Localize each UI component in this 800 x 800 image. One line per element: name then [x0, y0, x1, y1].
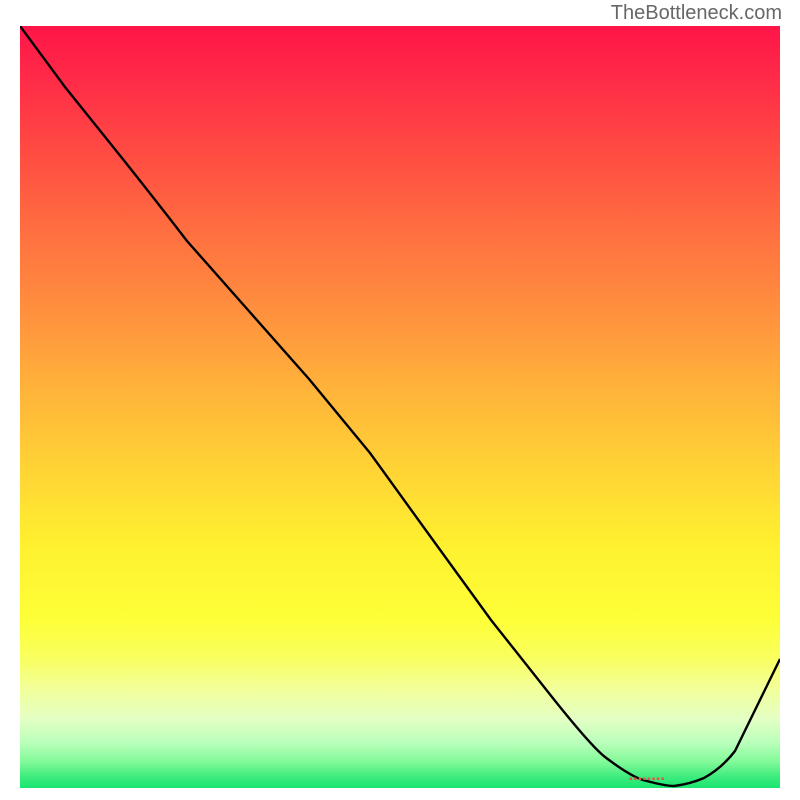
curve-path: [20, 26, 780, 786]
chart-area: ▪▪▪▪▪▪▪▪: [20, 26, 780, 788]
watermark-text: TheBottleneck.com: [611, 2, 782, 25]
marker-label: ▪▪▪▪▪▪▪▪: [629, 774, 665, 785]
line-curve: [20, 26, 780, 788]
